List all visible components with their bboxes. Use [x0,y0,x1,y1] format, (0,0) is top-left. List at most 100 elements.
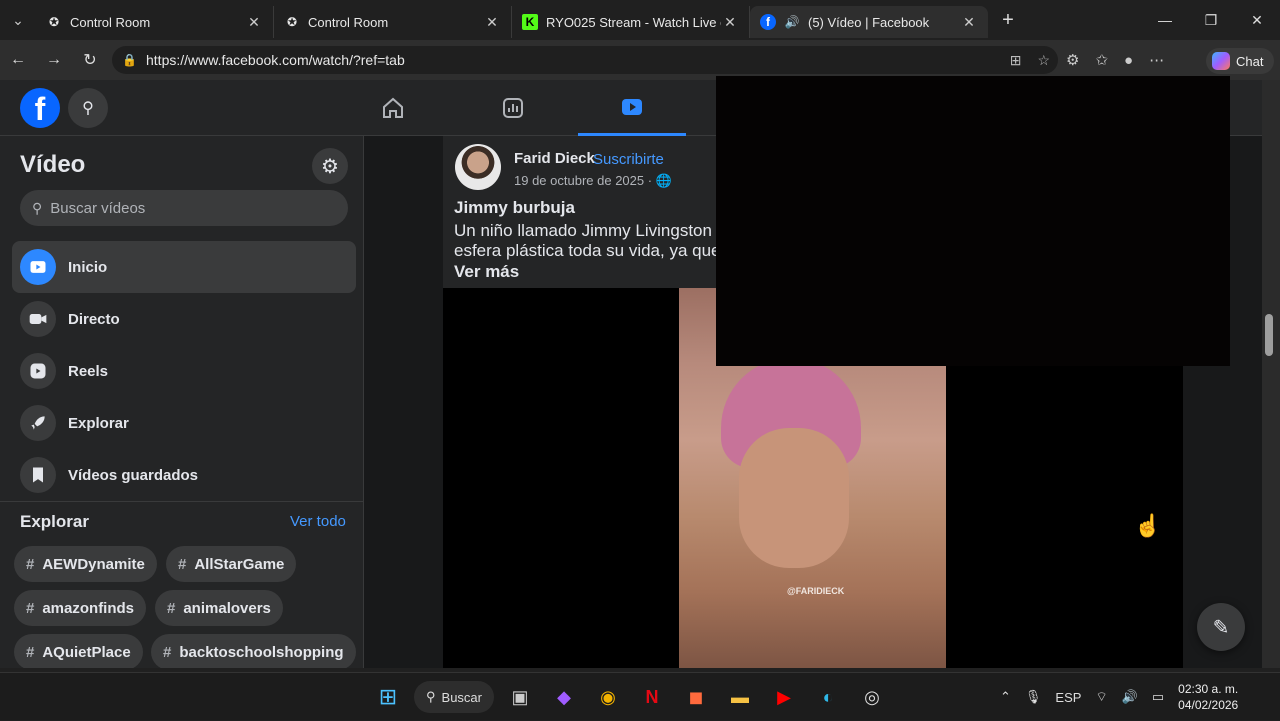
clock-time: 02:30 a. m. [1178,682,1239,696]
sidebar-item-label: Vídeos guardados [68,466,199,484]
hashtag-icon: # [178,555,187,573]
post-description: Un niño llamado Jimmy Livingston esfera … [454,221,724,261]
more-menu-icon[interactable]: ⋯ [1149,51,1164,69]
scrollbar-thumb[interactable] [1265,314,1273,356]
sidebar-item-inicio[interactable]: Inicio [12,241,356,293]
tab-facebook-video[interactable]: f 🔊 (5) Vídeo | Facebook ✕ [750,6,988,38]
hashtag-chip[interactable]: # animalovers [155,590,283,626]
close-tab-icon[interactable]: ✕ [483,14,501,31]
task-view-icon[interactable]: ▣ [502,677,538,717]
minimize-icon[interactable]: — [1142,0,1188,40]
obs-icon[interactable]: ◎ [854,677,890,717]
bookmark-icon [20,457,56,493]
close-tab-icon[interactable]: ✕ [245,14,263,31]
tab-title: Control Room [308,14,389,30]
close-tab-icon[interactable]: ✕ [960,14,978,31]
volume-icon[interactable]: 🔊 [1122,689,1138,705]
edge-icon[interactable]: ◐ [810,677,846,717]
close-window-icon[interactable]: ✕ [1234,0,1280,40]
search-icon[interactable]: ⚲ [68,88,108,128]
play-tv-icon [20,249,56,285]
clock[interactable]: 02:30 a. m. 04/02/2026 [1178,681,1238,713]
favorites-icon[interactable]: ✩ [1095,51,1108,69]
sidebar-item-label: Explorar [68,414,129,432]
speaker-icon[interactable]: 🔊 [784,14,800,30]
avatar[interactable] [455,144,501,190]
extensions-icon[interactable]: ⚙ [1066,51,1079,69]
back-icon[interactable]: ← [0,40,36,80]
sidebar-item-directo[interactable]: Directo [12,293,356,345]
address-bar-row: ← → ↻ 🔒 https://www.facebook.com/watch/?… [0,40,1280,80]
sidebar-divider [0,501,364,502]
sidebar-item-explorar[interactable]: Explorar [12,397,356,449]
hashtag-label: animalovers [183,599,271,617]
netflix-icon[interactable]: N [634,677,670,717]
search-icon: ⚲ [32,199,43,216]
post-date-text: 19 de octubre de 2025 · [514,173,653,188]
tab-kick-stream[interactable]: K RYO025 Stream - Watch Live on Ki ✕ [512,6,750,38]
lock-icon[interactable]: 🔒 [122,53,137,67]
subscribe-link[interactable]: Suscribirte [593,151,664,168]
hashtag-chip[interactable]: # amazonfinds [14,590,147,626]
video-watermark: @FARIDIECK [787,586,845,596]
kick-icon: K [522,14,538,30]
app-orange-icon[interactable]: ◼ [678,677,714,717]
wifi-icon[interactable]: ⌔ [1095,689,1107,705]
restore-icon[interactable]: ❐ [1188,0,1234,40]
hashtag-chip[interactable]: # AllStarGame [166,546,297,582]
battery-icon[interactable]: ▭ [1152,689,1164,705]
floating-black-overlay [716,76,1230,366]
hand-cursor-icon: ☝ [1134,513,1162,538]
copilot-icon[interactable]: ◆ [546,677,582,717]
taskbar-apps: ⊞ ⚲ Buscar ▣ ◆ ◉ N ◼ ▬ ▶ ◐ ◎ [370,677,890,717]
dashboard-nav-icon[interactable] [458,80,568,136]
page-scrollbar[interactable] [1262,80,1280,668]
new-tab-button[interactable]: + [988,9,1028,32]
close-tab-icon[interactable]: ✕ [721,14,739,31]
see-more-link[interactable]: Ver más [454,262,519,282]
refresh-icon[interactable]: ↻ [72,40,108,80]
chat-label: Chat [1236,53,1264,69]
sidebar-item-reels[interactable]: Reels [12,345,356,397]
url-field[interactable]: 🔒 https://www.facebook.com/watch/?ref=ta… [112,46,1058,74]
tab-control-room-2[interactable]: ✪ Control Room ✕ [274,6,512,38]
settings-gear-icon[interactable]: ⚙ [312,148,348,184]
hashtag-label: backtoschoolshopping [179,643,344,661]
language-indicator[interactable]: ESP [1055,690,1081,705]
see-all-link[interactable]: Ver todo [290,513,346,530]
home-nav-icon[interactable] [338,80,448,136]
favorite-star-icon[interactable]: ☆ [1037,52,1050,69]
forward-icon[interactable]: → [36,40,72,80]
post-date[interactable]: 19 de octubre de 2025 · 🌐 [514,173,672,189]
hashtag-label: AEWDynamite [42,555,145,573]
video-nav-icon[interactable] [578,80,686,136]
tab-title: Control Room [70,14,151,30]
facebook-logo-icon[interactable]: f [20,88,60,128]
file-explorer-icon[interactable]: ▬ [722,677,758,717]
hashtag-icon: # [26,643,35,661]
sidebar-item-label: Inicio [68,258,108,276]
video-search-input[interactable] [50,199,331,217]
hashtag-chip[interactable]: # AQuietPlace [14,634,143,668]
youtube-music-icon[interactable]: ▶ [766,677,802,717]
compose-message-button[interactable]: ✎ [1197,603,1245,651]
app-install-icon[interactable]: ⊞ [1010,52,1022,69]
tab-actions-menu-button[interactable]: ⌄ [0,0,36,40]
hashtag-icon: # [167,599,176,617]
sidebar-item-guardados[interactable]: Vídeos guardados [12,449,356,501]
chrome-icon[interactable]: ◉ [590,677,626,717]
windows-start-icon[interactable]: ⊞ [370,677,406,717]
copilot-icon [1212,52,1230,70]
search-icon: ⚲ [426,689,436,704]
taskbar-search[interactable]: ⚲ Buscar [414,681,494,713]
video-search-field[interactable]: ⚲ [20,190,348,226]
profile-icon[interactable]: ● [1124,52,1133,69]
post-author[interactable]: Farid Dieck [514,150,595,167]
microphone-icon[interactable]: 🎙 [1025,689,1042,705]
post-description-line: esfera plástica toda su vida, ya que [454,241,721,260]
hashtag-chip[interactable]: # backtoschoolshopping [151,634,356,668]
tab-control-room-1[interactable]: ✪ Control Room ✕ [36,6,274,38]
copilot-chat-button[interactable]: Chat [1206,48,1274,74]
hashtag-chip[interactable]: # AEWDynamite [14,546,157,582]
chevron-up-icon[interactable]: ⌃ [1000,689,1011,705]
